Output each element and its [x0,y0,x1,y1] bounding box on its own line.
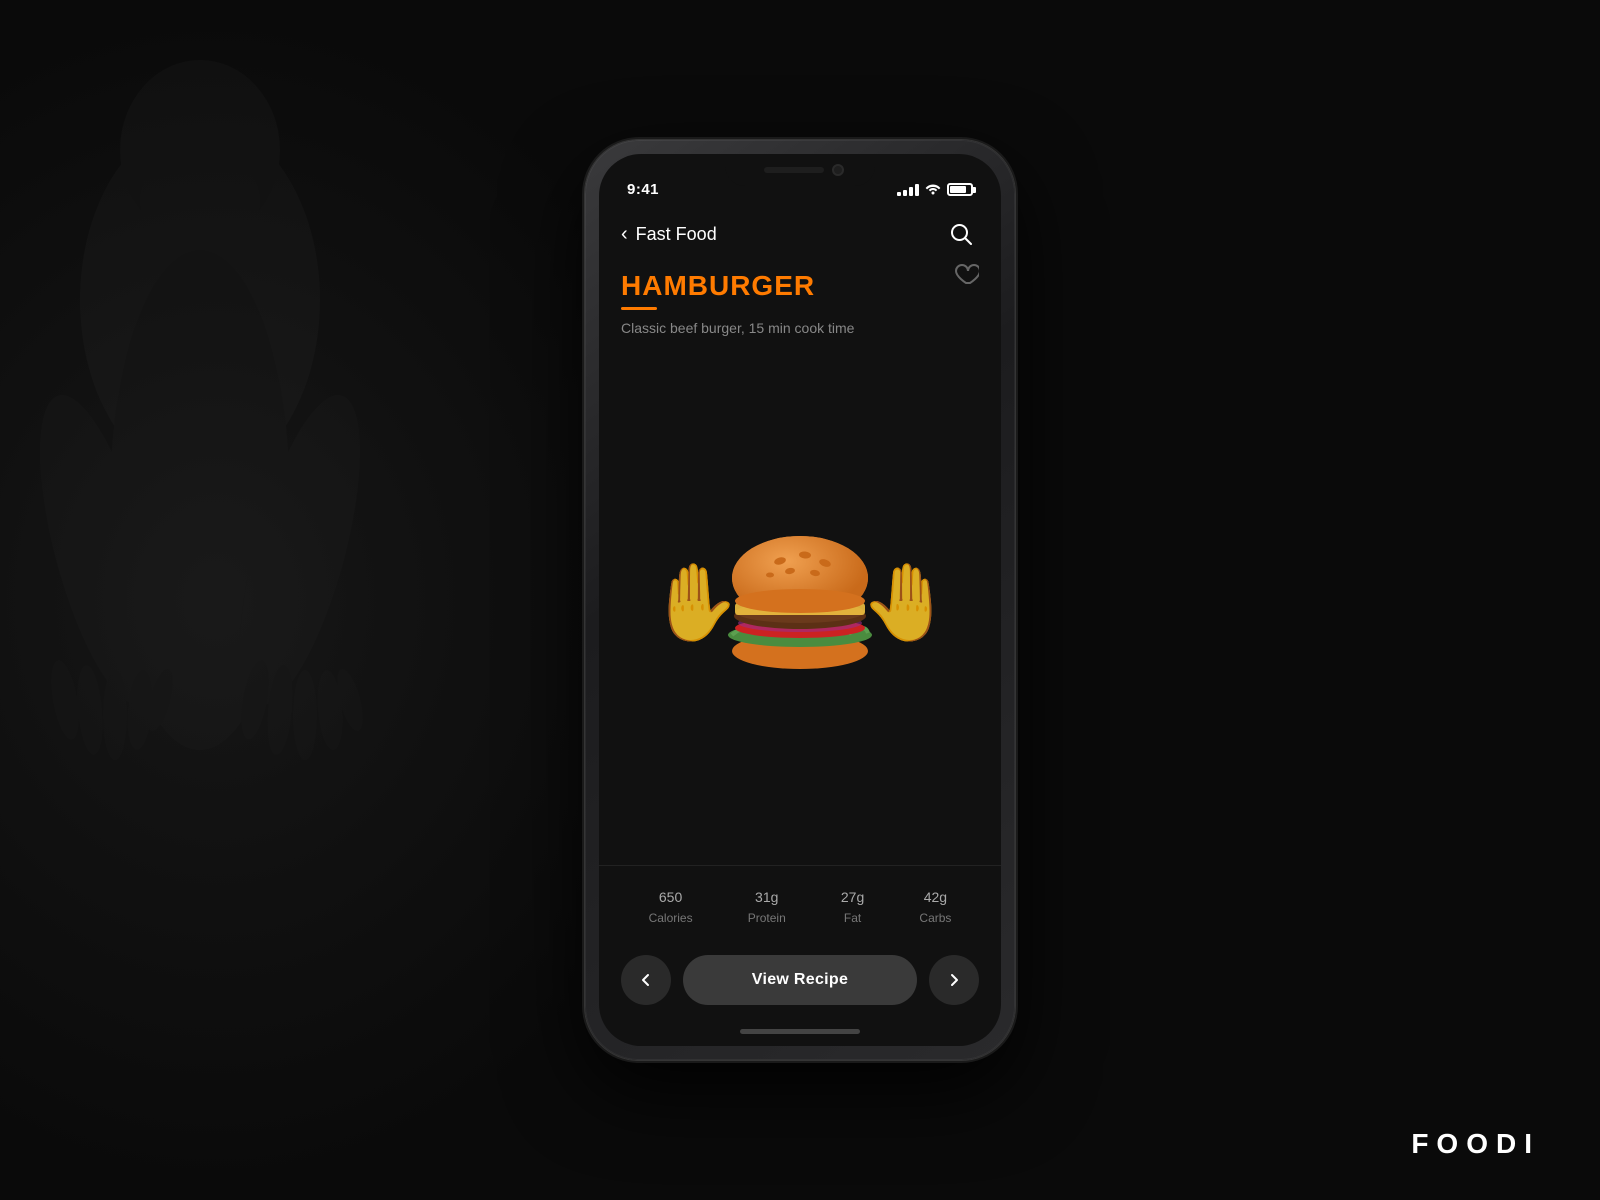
food-description: Classic beef burger, 15 min cook time [621,320,979,336]
food-header: HAMBURGER Classic beef burger, 15 min co… [599,262,1001,340]
back-button[interactable]: ‹ [621,224,628,244]
phone-device: 9:41 [585,140,1015,1060]
top-navigation: ‹ Fast Food [599,204,1001,262]
search-icon [950,223,972,245]
search-button[interactable] [943,216,979,252]
fat-label: Fat [844,911,861,925]
brand-logo: FOODI [1411,1128,1540,1160]
home-bar [740,1029,860,1034]
heart-icon [953,262,979,286]
prev-icon [639,973,653,987]
status-icons [897,181,973,198]
signal-strength-icon [897,184,919,196]
next-button[interactable] [929,955,979,1005]
home-indicator [599,1021,1001,1046]
food-title: HAMBURGER [621,270,979,302]
battery-fill [950,186,966,193]
protein-value: 31g [755,882,778,908]
nutrition-calories: 650 Calories [649,882,693,925]
phone-screen: 9:41 [599,154,1001,1046]
status-time: 9:41 [627,181,659,198]
front-camera [832,164,844,176]
food-image-area: 🤚 [599,340,1001,865]
nutrition-protein: 31g Protein [748,882,786,925]
speaker-grill [764,167,824,173]
favorite-button[interactable] [953,262,979,291]
nutrition-carbs: 42g Carbs [919,882,951,925]
protein-label: Protein [748,911,786,925]
notch [725,154,875,186]
fat-value: 27g [841,882,864,908]
app-content: ‹ Fast Food HAMBURGER Classic beef burge… [599,204,1001,1046]
view-recipe-button[interactable]: View Recipe [683,955,917,1005]
view-recipe-label: View Recipe [752,971,848,989]
nutrition-fat: 27g Fat [841,882,864,925]
burger-container: 🤚 [647,533,954,673]
calories-value: 650 [659,882,682,908]
nav-left: ‹ Fast Food [621,224,717,245]
prev-button[interactable] [621,955,671,1005]
title-underline [621,307,657,310]
next-icon [947,973,961,987]
calories-label: Calories [649,911,693,925]
page-title: Fast Food [636,224,717,245]
carbs-label: Carbs [919,911,951,925]
battery-icon [947,183,973,196]
wifi-icon [924,181,942,198]
nutrition-row: 650 Calories 31g Protein 27g Fat [599,865,1001,945]
carbs-value: 42g [924,882,947,908]
burger-image [720,533,880,673]
action-bar: View Recipe [599,945,1001,1021]
